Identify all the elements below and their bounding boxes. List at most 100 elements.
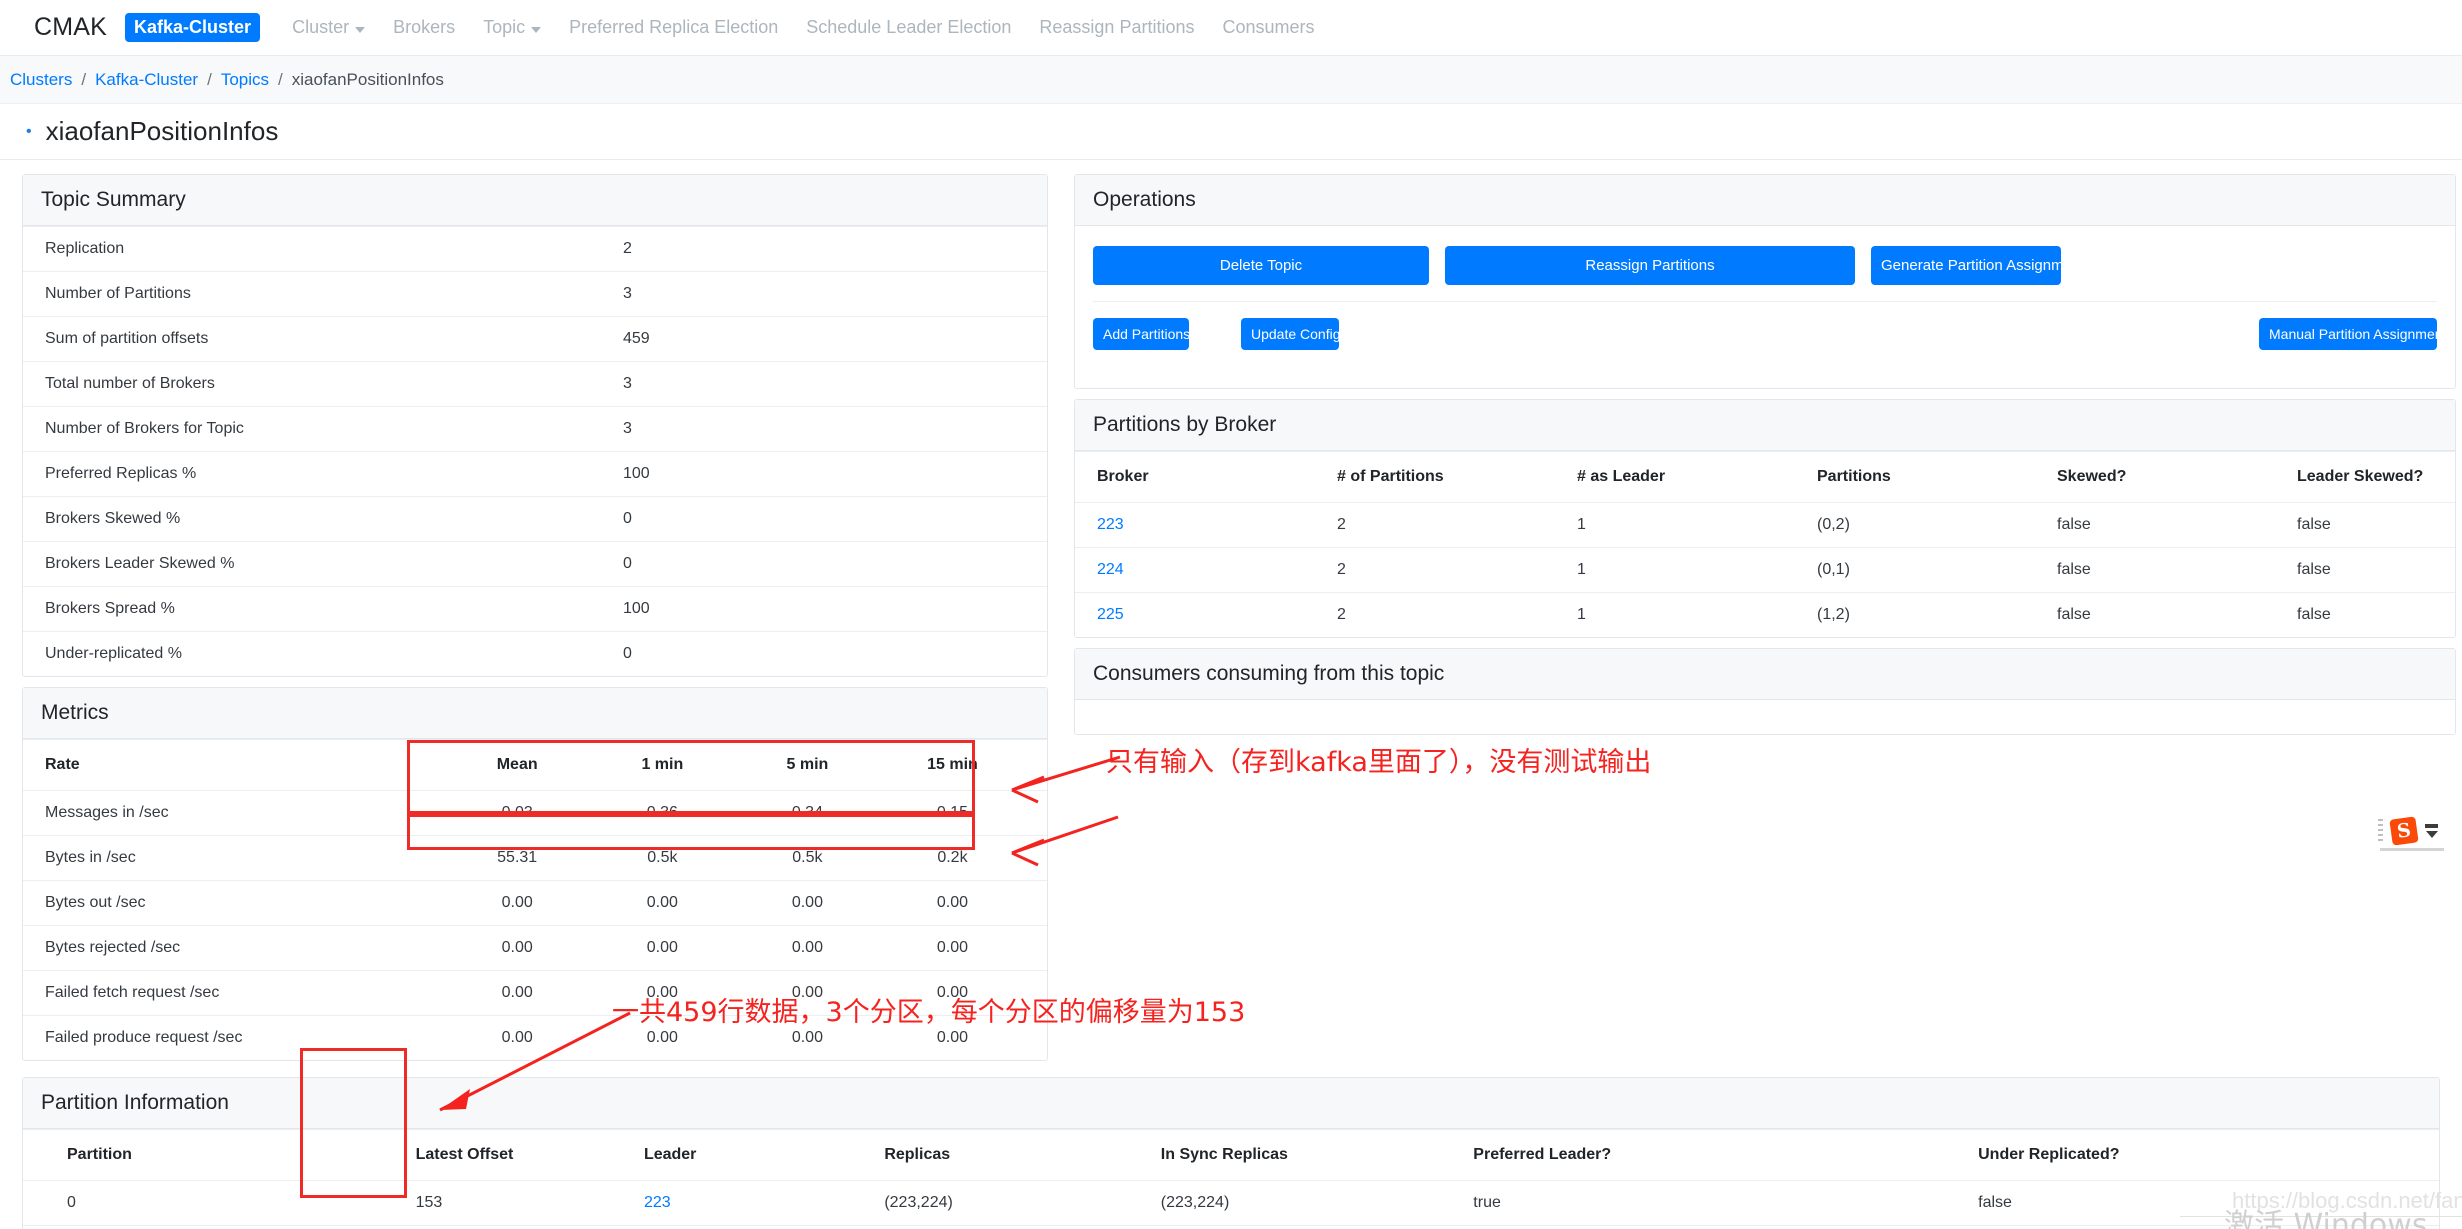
nav-item-preferred-replica-election[interactable]: Preferred Replica Election [555,17,792,38]
pbb-skewed: false [2035,592,2275,637]
summary-value: 2 [623,226,843,272]
operations-panel: Operations Delete Topic Reassign Partiti… [1074,174,2456,389]
pinfo-col-partition-label: Partition [67,1146,132,1163]
summary-label: Brokers Leader Skewed % [23,541,623,587]
ime-drag-handle[interactable] [2378,819,2383,843]
table-row: 225 2 1 (1,2) false false [1075,592,2455,637]
metric-5min: 0.00 [734,925,880,971]
summary-label: Brokers Skewed % [23,496,623,542]
operations-heading: Operations [1075,175,2455,226]
pbb-col-broker: Broker [1075,451,1315,503]
topic-summary-body: Replication 2 Number of Partitions 3 Sum o… [23,226,1047,676]
partitions-by-broker-body: Broker # of Partitions # as Leader Parti… [1075,451,2455,637]
topic-summary-heading: Topic Summary [23,175,1047,226]
table-row: Brokers Skewed % 0 [23,496,1047,542]
add-partitions-button[interactable]: Add Partitions [1093,318,1190,350]
table-row: Failed produce request /sec 0.00 0.00 0.00 0… [23,1015,1047,1060]
pinfo-preferred-leader-value: true [1473,1194,1501,1211]
breadcrumb-item-topics[interactable]: Topics [221,70,269,90]
pinfo-isr-value: (223,224) [1160,1194,1230,1211]
nav-item-schedule-leader-election-label: Schedule Leader Election [806,17,1012,37]
summary-value: 3 [623,406,843,452]
pinfo-isr: (224,225) [1116,1225,1430,1229]
nav-item-consumers[interactable]: Consumers [1208,17,1328,38]
app-brand[interactable]: CMAK [34,13,107,42]
summary-label: Number of Brokers for Topic [23,406,623,452]
leader-link[interactable]: 223 [644,1194,671,1211]
summary-label: Brokers Spread % [23,586,623,632]
activate-windows-watermark: 激活 Windows [2224,1208,2428,1229]
pbb-partitions: (1,2) [1795,592,2035,637]
ime-menu-icon[interactable] [2425,824,2438,838]
metric-5min: 0.5k [734,835,880,881]
nav-item-consumers-label: Consumers [1222,17,1315,37]
nav-item-reassign-partitions[interactable]: Reassign Partitions [1025,17,1208,38]
summary-value: 0 [623,496,843,542]
pbb-broker: 224 [1075,547,1315,593]
consumers-body [1075,700,2455,734]
cluster-badge[interactable]: Kafka-Cluster [125,13,261,42]
ime-floating-widget[interactable]: S [2378,816,2444,851]
metric-spacer [1025,880,1047,926]
broker-link[interactable]: 225 [1097,606,1124,623]
table-row: Messages in /sec 0.03 0.36 0.34 0.15 [23,790,1047,836]
pinfo-col-isr: In Sync Replicas [1116,1129,1430,1181]
operations-row-1: Delete Topic Reassign Partitions Generat… [1093,242,2437,285]
pbb-col-as-leader: # as Leader [1555,451,1795,503]
update-config-button[interactable]: Update Config [1241,318,1341,350]
manual-partition-assignments-button[interactable]: Manual Partition Assignments [2259,318,2453,350]
metric-rate: Failed produce request /sec [23,1015,445,1060]
pbb-col-num-partitions: # of Partitions [1315,451,1555,503]
metric-5min: 0.00 [734,880,880,926]
page-header: • xiaofanPositionInfos [0,104,2462,160]
metrics-col-rate: Rate [23,739,445,791]
breadcrumb-item-kafka-cluster[interactable]: Kafka-Cluster [95,70,198,90]
nav-item-topic[interactable]: Topic [469,17,555,38]
sogou-logo-icon[interactable]: S [2389,816,2419,846]
metrics-col-5min: 5 min [734,739,880,791]
pinfo-replicas: (224,225) [840,1225,1117,1229]
pinfo-col-latest-offset-label: Latest Offset [415,1146,514,1163]
nav-item-schedule-leader-election[interactable]: Schedule Leader Election [792,17,1025,38]
breadcrumb-item-clusters[interactable]: Clusters [10,70,72,90]
nav-item-brokers-label: Brokers [393,17,456,37]
metric-15min: 0.00 [879,1015,1025,1060]
topic-summary-panel: Topic Summary Replication 2 Number of Par… [22,174,1048,677]
pinfo-col-replicas: Replicas [840,1129,1117,1181]
pinfo-partition: 1 [23,1225,372,1229]
nav-item-reassign-partitions-label: Reassign Partitions [1039,17,1195,37]
page-title: xiaofanPositionInfos [45,116,279,146]
broker-link[interactable]: 223 [1097,516,1124,533]
pbb-broker: 225 [1075,592,1315,637]
pinfo-col-under-replicated: Under Replicated? [1934,1129,2439,1181]
nav-item-cluster[interactable]: Cluster [278,17,379,38]
nav-item-brokers[interactable]: Brokers [379,17,469,38]
metric-15min: 0.2k [879,835,1025,881]
ime-underline [2380,848,2444,851]
delete-topic-button[interactable]: Delete Topic [1093,246,1429,285]
summary-spacer [843,496,1047,542]
breadcrumb-separator: / [278,69,283,89]
summary-label: Number of Partitions [23,271,623,317]
pinfo-col-latest-offset: Latest Offset [371,1129,600,1181]
table-row: Number of Brokers for Topic 3 [23,406,1047,452]
summary-value: 3 [623,361,843,407]
pinfo-leader-wrap: 223 [622,1194,671,1211]
pbb-skewed: false [2035,502,2275,548]
metric-mean: 0.00 [444,925,590,971]
reassign-partitions-button[interactable]: Reassign Partitions [1445,246,1855,285]
partitions-by-broker-panel: Partitions by Broker Broker # of Partiti… [1074,399,2456,638]
ime-dash-icon [2425,824,2438,828]
partition-information-table: Partition Latest Offset Leader Replicas … [23,1129,2439,1229]
main-content: Topic Summary Replication 2 Number of Par… [0,160,2462,1071]
pbb-skewed: false [2035,547,2275,593]
summary-value: 100 [623,451,843,497]
metric-spacer [1025,925,1047,971]
table-header-row: Rate Mean 1 min 5 min 15 min [23,739,1047,791]
generate-partition-assignments-button[interactable]: Generate Partition Assignments [1871,246,2092,285]
pbb-col-skewed: Skewed? [2035,451,2275,503]
metric-mean: 0.00 [444,880,590,926]
metric-rate: Bytes in /sec [23,835,445,881]
broker-link[interactable]: 224 [1097,561,1124,578]
metric-mean: 55.31 [444,835,590,881]
